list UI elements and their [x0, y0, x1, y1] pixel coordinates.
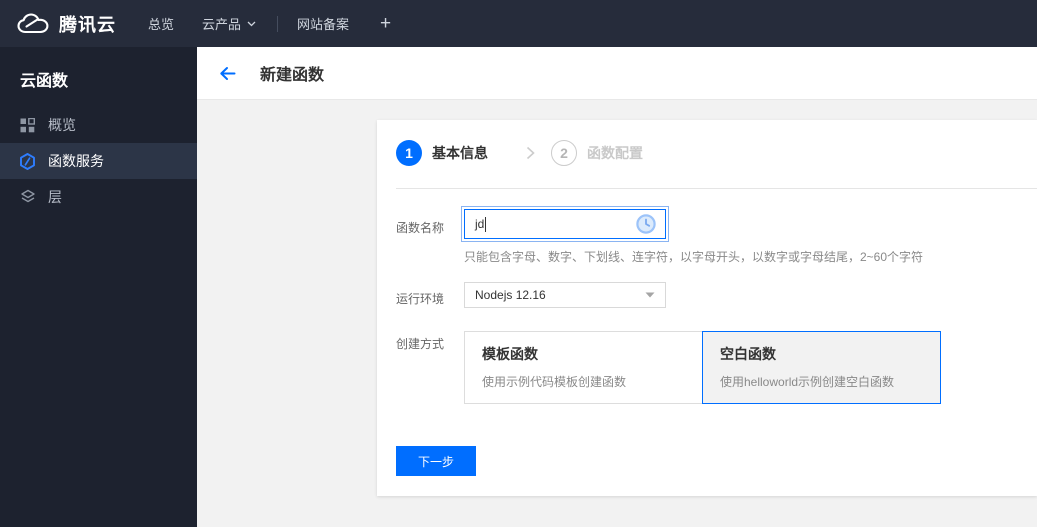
sidebar-title: 云函数: [20, 73, 69, 90]
sidebar: 云函数 概览 函数服务 层: [0, 47, 197, 527]
runtime-select[interactable]: Nodejs 12.16: [464, 282, 666, 308]
nav-beian[interactable]: 网站备案: [297, 14, 349, 33]
sidebar-item-layers[interactable]: 层: [0, 179, 197, 215]
text-cursor: [485, 216, 487, 232]
create-function-card: 1 基本信息 2 函数配置 函数名称 jd 只能包含字母、数字、下划线、连字符，…: [377, 120, 1037, 496]
nav-divider: [277, 15, 279, 32]
sidebar-menu: 概览 函数服务 层: [0, 107, 197, 215]
brand[interactable]: 腾讯云: [0, 11, 116, 37]
step-wizard: 1 基本信息 2 函数配置: [396, 140, 643, 166]
page-header: 新建函数: [197, 47, 1037, 100]
runtime-label: 运行环境: [396, 292, 445, 306]
content-area: 1 基本信息 2 函数配置 函数名称 jd 只能包含字母、数字、下划线、连字符，…: [197, 100, 1037, 527]
select-caret-icon: [645, 292, 655, 298]
step-1-circle: 1: [396, 140, 422, 166]
chevron-down-icon: [247, 21, 256, 27]
option-blank-function[interactable]: 空白函数 使用helloworld示例创建空白函数: [702, 331, 941, 404]
grid-icon: [19, 117, 36, 134]
app-root: 腾讯云 总览 云产品 网站备案 + 云函数 概览 函数服务 层 新建函数 1 基…: [0, 0, 1037, 527]
tencent-cloud-logo-icon: [16, 12, 50, 35]
sidebar-item-label: 层: [48, 189, 62, 205]
add-tab-button[interactable]: +: [380, 13, 391, 35]
step-1-label: 基本信息: [432, 145, 488, 161]
nav-products[interactable]: 云产品: [202, 14, 256, 33]
sidebar-item-overview[interactable]: 概览: [0, 107, 197, 143]
runtime-selected-value: Nodejs 12.16: [475, 288, 546, 302]
top-navbar: 腾讯云 总览 云产品 网站备案 +: [0, 0, 1037, 47]
sidebar-item-label: 函数服务: [48, 153, 104, 169]
step-2-label: 函数配置: [587, 145, 643, 161]
function-name-hint: 只能包含字母、数字、下划线、连字符，以字母开头，以数字或字母结尾，2~60个字符: [464, 250, 924, 264]
sidebar-item-function-service[interactable]: 函数服务: [0, 143, 197, 179]
creation-method-label: 创建方式: [396, 337, 445, 351]
chevron-right-icon: [526, 146, 535, 160]
option-template-function[interactable]: 模板函数 使用示例代码模板创建函数: [464, 331, 703, 404]
option-desc: 使用helloworld示例创建空白函数: [720, 375, 895, 389]
back-arrow-icon: [220, 66, 236, 80]
creation-method-options: 模板函数 使用示例代码模板创建函数 空白函数 使用helloworld示例创建空…: [464, 331, 941, 404]
back-button[interactable]: [219, 66, 236, 81]
option-title: 模板函数: [482, 346, 538, 362]
brand-name: 腾讯云: [59, 14, 116, 35]
function-name-value: jd: [475, 217, 485, 231]
main-area: 新建函数 1 基本信息 2 函数配置 函数名称 jd 只能包含字母、数字、下划线…: [197, 47, 1037, 527]
scf-hexagon-icon: [19, 152, 36, 170]
sidebar-item-label: 概览: [48, 117, 76, 133]
nav-overview[interactable]: 总览: [148, 14, 174, 33]
layers-icon: [19, 189, 36, 206]
page-title: 新建函数: [260, 67, 325, 84]
function-name-input[interactable]: jd: [461, 206, 669, 242]
nav-products-label: 云产品: [202, 17, 242, 32]
option-desc: 使用示例代码模板创建函数: [482, 375, 627, 389]
option-title: 空白函数: [720, 346, 776, 362]
next-step-button[interactable]: 下一步: [396, 446, 476, 476]
steps-divider: [396, 188, 1037, 189]
function-name-label: 函数名称: [396, 221, 445, 235]
step-2-circle: 2: [551, 140, 577, 166]
validation-loading-clock-icon: [635, 213, 657, 235]
